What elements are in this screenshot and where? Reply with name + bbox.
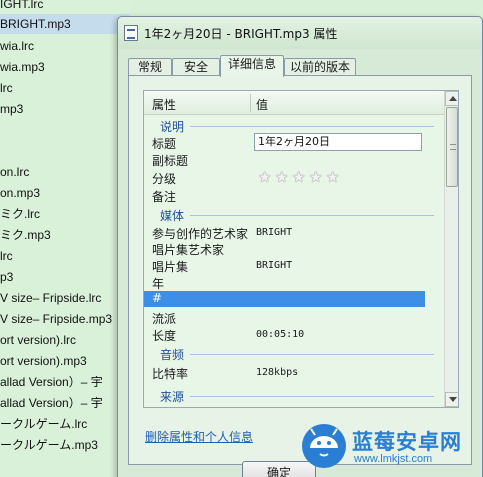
watermark-url: www.lmkjst.com: [354, 453, 433, 465]
file-item[interactable]: on.lrc: [0, 162, 29, 182]
file-item[interactable]: on.mp3: [0, 183, 40, 203]
file-item[interactable]: V size– Fripside.mp3: [0, 309, 112, 329]
background-file-list: IGHT.lrc BRIGHT.mp3 wia.lrc wia.mp3 lrc …: [0, 0, 130, 477]
remove-properties-link[interactable]: 删除属性和个人信息: [145, 428, 253, 445]
prop-comments: 备注: [152, 190, 177, 204]
value-bitrate[interactable]: 128kbps: [256, 367, 298, 378]
grip-icon: [450, 144, 456, 150]
prop-title: 标题: [152, 137, 177, 151]
value-contributing-artists[interactable]: BRIGHT: [256, 227, 292, 238]
prop-bitrate: 比特率: [152, 367, 189, 381]
file-item[interactable]: mp3: [0, 99, 23, 119]
file-item[interactable]: IGHT.lrc: [0, 0, 43, 14]
watermark: 蓝莓安卓网 www.lmkjst.com: [298, 418, 483, 477]
tab-details[interactable]: 详细信息: [220, 55, 284, 77]
group-divider: [190, 215, 434, 216]
file-item[interactable]: allad Version）– 宇: [0, 372, 103, 392]
group-origin: 来源: [160, 390, 185, 404]
group-divider: [190, 126, 434, 127]
prop-subtitle: 副标题: [152, 154, 189, 168]
star-icon[interactable]: ★: [292, 170, 306, 185]
file-item[interactable]: lrc: [0, 246, 13, 266]
file-item[interactable]: V size– Fripside.lrc: [0, 288, 101, 308]
star-icon[interactable]: ★: [309, 170, 323, 185]
star-icon[interactable]: ★: [275, 170, 289, 185]
list-header: 属性 值: [144, 91, 444, 115]
file-item[interactable]: lrc: [0, 78, 13, 98]
star-icon[interactable]: ★: [326, 170, 340, 185]
prop-length: 长度: [152, 329, 177, 343]
file-item[interactable]: wia.lrc: [0, 36, 34, 56]
prop-album-artist: 唱片集艺术家: [152, 243, 225, 257]
vertical-scrollbar[interactable]: [444, 91, 458, 407]
file-item[interactable]: allad Version）– 宇: [0, 393, 103, 413]
file-item[interactable]: ort version).lrc: [0, 330, 76, 350]
scroll-up-arrow-icon[interactable]: [445, 91, 458, 106]
title-field[interactable]: 1年2ヶ月20日: [254, 133, 422, 151]
group-media: 媒体: [160, 209, 185, 223]
dialog-title: 1年2ヶ月20日 - BRIGHT.mp3 属性: [144, 27, 338, 41]
title-bar[interactable]: 1年2ヶ月20日 - BRIGHT.mp3 属性: [118, 17, 482, 49]
star-icon[interactable]: ★: [258, 170, 272, 185]
prop-album: 唱片集: [152, 260, 189, 274]
property-list[interactable]: 属性 值 说明 标题 1年2ヶ月20日 副标题 分级 ★ ★ ★ ★ ★ 备注 …: [143, 90, 459, 408]
watermark-brand: 蓝莓安卓网: [352, 430, 462, 454]
tab-previous-versions[interactable]: 以前的版本: [284, 58, 356, 76]
properties-dialog: 1年2ヶ月20日 - BRIGHT.mp3 属性 常规 安全 详细信息 以前的版…: [117, 16, 483, 477]
column-header-value[interactable]: 值: [256, 96, 268, 113]
file-item-selected[interactable]: BRIGHT.mp3: [0, 14, 130, 34]
file-item[interactable]: ークルゲーム.lrc: [0, 414, 87, 434]
value-length[interactable]: 00:05:10: [256, 329, 304, 340]
tab-general[interactable]: 常规: [128, 58, 172, 76]
details-page: 属性 值 说明 标题 1年2ヶ月20日 副标题 分级 ★ ★ ★ ★ ★ 备注 …: [128, 75, 472, 465]
scroll-down-arrow-icon[interactable]: [445, 392, 458, 407]
group-audio: 音频: [160, 348, 185, 362]
prop-rating: 分级: [152, 172, 177, 186]
file-item[interactable]: ークルゲーム.mp3: [0, 435, 98, 455]
prop-genre: 流派: [152, 312, 177, 326]
column-header-property[interactable]: 属性: [152, 96, 176, 113]
document-icon: [124, 25, 138, 41]
rating-stars[interactable]: ★ ★ ★ ★ ★: [258, 170, 344, 185]
row-track-selected[interactable]: #: [144, 291, 425, 307]
group-description: 说明: [160, 120, 185, 134]
file-item[interactable]: ミク.lrc: [0, 204, 40, 224]
prop-track: #: [152, 291, 163, 305]
file-item[interactable]: ミク.mp3: [0, 225, 51, 245]
prop-year: 年: [152, 277, 165, 291]
file-item[interactable]: p3: [0, 267, 13, 287]
column-divider[interactable]: [250, 94, 251, 112]
file-item[interactable]: ort version).mp3: [0, 351, 87, 371]
prop-contributing-artists: 参与创作的艺术家: [152, 227, 249, 241]
tab-security[interactable]: 安全: [172, 58, 220, 76]
file-item[interactable]: wia.mp3: [0, 57, 45, 77]
group-divider: [190, 396, 434, 397]
value-album[interactable]: BRIGHT: [256, 260, 292, 271]
group-divider: [190, 354, 434, 355]
android-logo-icon: [302, 424, 346, 468]
scrollbar-thumb[interactable]: [446, 107, 458, 187]
